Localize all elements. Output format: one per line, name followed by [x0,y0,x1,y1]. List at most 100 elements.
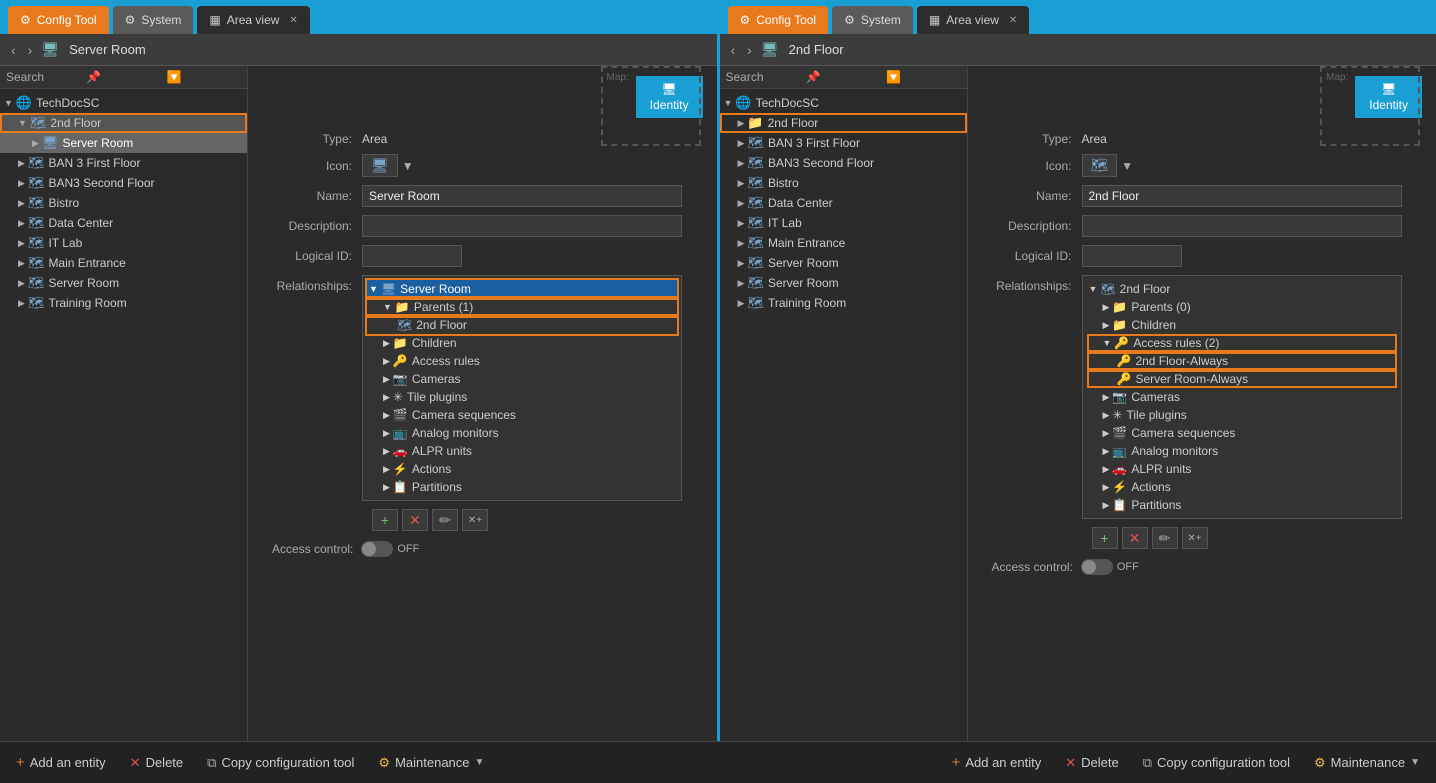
rel-item-2ndfloor[interactable]: 🗺 2nd Floor [367,316,677,334]
left-name-input[interactable] [362,185,682,207]
right-tree-ban3first[interactable]: ▶ 🗺 BAN 3 First Floor [720,133,967,153]
right-tree-label-2ndfloor: 2nd Floor [768,116,819,130]
right-rel-item-partitions[interactable]: ▶ 📋 Partitions [1087,496,1397,514]
left-logicalid-input[interactable] [362,245,462,267]
right-tree-bistro[interactable]: ▶ 🗺 Bistro [720,173,967,193]
left-tab-close[interactable]: ✕ [289,15,297,26]
left-add-entity-btn[interactable]: + Add an entity [16,754,106,771]
right-rel-item-children[interactable]: ▶ 📁 Children [1087,316,1397,334]
tree-item-2ndfloor[interactable]: ▼ 🗺 2nd Floor [0,113,247,133]
left-rel-remove-btn[interactable]: ✕ [402,509,428,531]
right-nav-back[interactable]: ‹ [728,42,739,58]
tree-item-mainentrance[interactable]: ▶ 🗺 Main Entrance [0,253,247,273]
left-delete-btn[interactable]: ✕ Delete [130,755,183,771]
left-access-toggle[interactable]: OFF [361,541,419,557]
right-tree-trainingroom[interactable]: ▶ 🗺 Training Room [720,293,967,313]
right-tab-system[interactable]: ⚙ System [832,6,913,34]
right-icon-dropdown[interactable]: ▼ [1121,159,1133,173]
left-copy-btn[interactable]: ⧉ Copy configuration tool [207,755,354,771]
right-nav-forward[interactable]: › [744,42,755,58]
right-tree-ban3second[interactable]: ▶ 🗺 BAN3 Second Floor [720,153,967,173]
right-tree-itlab[interactable]: ▶ 🗺 IT Lab [720,213,967,233]
left-nav-forward[interactable]: › [25,42,36,58]
left-icon-selector[interactable]: 🖥 ▼ [362,154,414,177]
tree-item-datacenter[interactable]: ▶ 🗺 Data Center [0,213,247,233]
rel-item-tileplugins[interactable]: ▶ ✳ Tile plugins [367,388,677,406]
right-area-datacenter: 🗺 [747,195,764,211]
right-rel-label-tileplugins: Tile plugins [1126,408,1186,422]
right-delete-btn[interactable]: ✕ Delete [1065,755,1118,771]
right-icon-selector[interactable]: 🗺 ▼ [1082,154,1134,177]
right-tree-mainentrance[interactable]: ▶ 🗺 Main Entrance [720,233,967,253]
rel-item-camseq[interactable]: ▶ 🎬 Camera sequences [367,406,677,424]
rel-alpr-icon: 🚗 [393,444,408,458]
right-maintenance-btn[interactable]: ⚙ Maintenance ▼ [1314,755,1420,771]
right-rel-remove-btn[interactable]: ✕ [1122,527,1148,549]
rel-item-monitors[interactable]: ▶ 📺 Analog monitors [367,424,677,442]
right-name-input[interactable] [1082,185,1402,207]
rel-item-children[interactable]: ▶ 📁 Children [367,334,677,352]
rel-item-accessrules[interactable]: ▶ 🔑 Access rules [367,352,677,370]
right-rel-item-parents[interactable]: ▶ 📁 Parents (0) [1087,298,1397,316]
right-tree-serverroom3[interactable]: ▶ 🗺 Server Room [720,253,967,273]
tree-item-itlab[interactable]: ▶ 🗺 IT Lab [0,233,247,253]
rel-item-serverroom[interactable]: ▼ 🖥 Server Room [367,280,677,298]
right-tree-serverroom4[interactable]: ▶ 🗺 Server Room [720,273,967,293]
bottom-bar: + Add an entity ✕ Delete ⧉ Copy configur… [0,741,1436,783]
right-tree-item-root[interactable]: ▼ 🌐 TechDocSC [720,93,967,113]
right-rel-item-cameras[interactable]: ▶ 📷 Cameras [1087,388,1397,406]
right-tree-item-2ndfloor[interactable]: ▶ 📁 2nd Floor [720,113,967,133]
left-tab-system[interactable]: ⚙ System [113,6,194,34]
right-copy-btn[interactable]: ⧉ Copy configuration tool [1143,755,1290,771]
rel-item-partitions[interactable]: ▶ 📋 Partitions [367,478,677,496]
right-rel-edit-btn[interactable]: ✏ [1152,527,1178,549]
right-access-toggle[interactable]: OFF [1081,559,1139,575]
rel-access-icon: 🔑 [393,354,408,368]
rel-label-serverroom: Server Room [400,282,471,296]
left-icon-dropdown[interactable]: ▼ [402,159,414,173]
right-logicalid-input[interactable] [1082,245,1182,267]
right-tab-config-label: Config Tool [756,13,816,27]
left-rel-removeadd-btn[interactable]: ✕+ [462,509,488,531]
rel-item-alpr[interactable]: ▶ 🚗 ALPR units [367,442,677,460]
left-nav-back[interactable]: ‹ [8,42,19,58]
right-rel-item-alpr[interactable]: ▶ 🚗 ALPR units [1087,460,1397,478]
right-rel-item-actions[interactable]: ▶ ⚡ Actions [1087,478,1397,496]
tree-item-ban3first[interactable]: ▶ 🗺 BAN 3 First Floor [0,153,247,173]
right-search-pin-icon[interactable]: 📌 [806,70,880,84]
right-tab-areaview[interactable]: ▦ Area view ✕ [917,6,1029,34]
right-add-entity-btn[interactable]: + Add an entity [952,754,1042,771]
tree-item-root[interactable]: ▼ 🌐 TechDocSC [0,93,247,113]
tree-item-trainingroom[interactable]: ▶ 🗺 Training Room [0,293,247,313]
right-rel-item-2ndflooralways[interactable]: 🔑 2nd Floor-Always [1087,352,1397,370]
left-maintenance-btn[interactable]: ⚙ Maintenance ▼ [378,755,484,771]
left-search-filter-icon[interactable]: 🔽 [167,70,241,84]
right-tab-close[interactable]: ✕ [1009,15,1017,26]
right-rel-item-camseq[interactable]: ▶ 🎬 Camera sequences [1087,424,1397,442]
left-search-pin-icon[interactable]: 📌 [86,70,160,84]
rel-item-parents[interactable]: ▼ 📁 Parents (1) [367,298,677,316]
left-rel-add-btn[interactable]: + [372,509,398,531]
tree-item-bistro[interactable]: ▶ 🗺 Bistro [0,193,247,213]
right-rel-item-serverroomalways[interactable]: 🔑 Server Room-Always [1087,370,1397,388]
right-type-value: Area [1082,132,1107,146]
right-rel-item-tileplugins[interactable]: ▶ ✳ Tile plugins [1087,406,1397,424]
right-rel-item-2ndfloor[interactable]: ▼ 🗺 2nd Floor [1087,280,1397,298]
right-rel-item-monitors[interactable]: ▶ 📺 Analog monitors [1087,442,1397,460]
right-rel-removeadd-btn[interactable]: ✕+ [1182,527,1208,549]
right-rel-item-accessrules[interactable]: ▼ 🔑 Access rules (2) [1087,334,1397,352]
right-tab-config[interactable]: ⚙ Config Tool [728,6,829,34]
right-rel-add-btn[interactable]: + [1092,527,1118,549]
left-tab-areaview[interactable]: ▦ Area view ✕ [197,6,309,34]
right-search-filter-icon[interactable]: 🔽 [886,70,960,84]
tree-item-serverroom2[interactable]: ▶ 🗺 Server Room [0,273,247,293]
tree-item-serverroom[interactable]: ▶ 🖥 Server Room [0,133,247,153]
right-desc-input[interactable] [1082,215,1402,237]
left-desc-input[interactable] [362,215,682,237]
rel-item-cameras[interactable]: ▶ 📷 Cameras [367,370,677,388]
left-tab-config[interactable]: ⚙ Config Tool [8,6,109,34]
rel-item-actions[interactable]: ▶ ⚡ Actions [367,460,677,478]
tree-item-ban3second[interactable]: ▶ 🗺 BAN3 Second Floor [0,173,247,193]
right-tree-datacenter[interactable]: ▶ 🗺 Data Center [720,193,967,213]
left-rel-edit-btn[interactable]: ✏ [432,509,458,531]
